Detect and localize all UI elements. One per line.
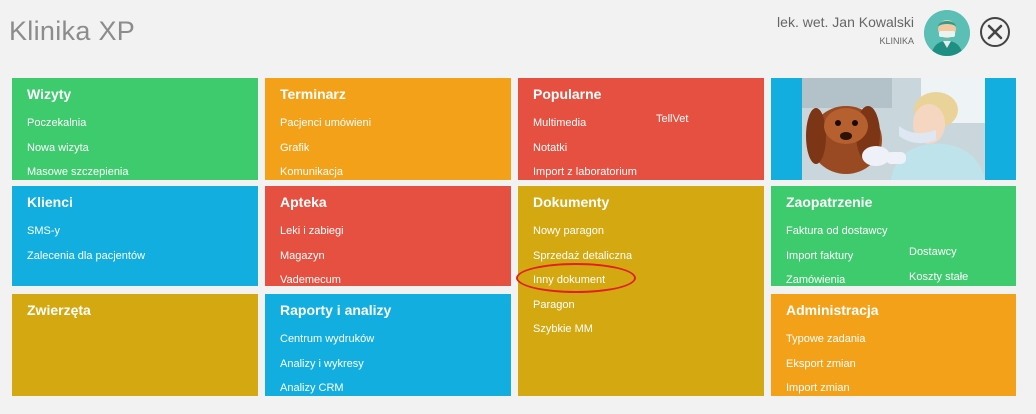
menu-item-komunikacja[interactable]: Komunikacja (280, 160, 496, 185)
menu-item-zamowienia[interactable]: Zamówienia (786, 268, 1001, 293)
tile-title: Raporty i analizy (280, 302, 392, 318)
tile-title: Apteka (280, 194, 327, 210)
menu-item-import-z-laboratorium[interactable]: Import z laboratorium (533, 160, 749, 185)
tile-terminarz[interactable]: Terminarz Pacjenci umówieni Grafik Komun… (265, 78, 511, 180)
menu-item-zalecenia-dla-pacjentow[interactable]: Zalecenia dla pacjentów (27, 244, 243, 269)
menu-item-magazyn[interactable]: Magazyn (280, 244, 496, 269)
menu-item-szybkie-mm[interactable]: Szybkie MM (533, 317, 749, 342)
menu-item-eksport-zmian[interactable]: Eksport zmian (786, 352, 1001, 377)
menu-item-koszty-stale[interactable]: Koszty stałe (909, 265, 968, 290)
menu-item-leki-i-zabiegi[interactable]: Leki i zabiegi (280, 219, 496, 244)
menu-item-pacjenci-umowieni[interactable]: Pacjenci umówieni (280, 111, 496, 136)
menu-item-tellvet[interactable]: TellVet (656, 107, 688, 132)
vet-photo (771, 78, 1016, 180)
menu-item-paragon[interactable]: Paragon (533, 293, 749, 318)
menu-item-masowe-szczepienia[interactable]: Masowe szczepienia (27, 160, 243, 185)
menu-item-multimedia[interactable]: Multimedia (533, 111, 749, 136)
menu-item-notatki[interactable]: Notatki (533, 136, 749, 161)
tile-popularne[interactable]: Popularne Multimedia Notatki Import z la… (518, 78, 764, 180)
vet-with-dog-image (771, 78, 1016, 180)
user-org: KLINIKA (879, 36, 914, 46)
app-title: Klinika XP (9, 16, 136, 46)
menu-item-import-zmian[interactable]: Import zmian (786, 376, 1001, 401)
menu-item-analizy-crm[interactable]: Analizy CRM (280, 376, 496, 401)
menu-item-sms-y[interactable]: SMS-y (27, 219, 243, 244)
user-info: lek. wet. Jan Kowalski KLINIKA (777, 14, 914, 46)
menu-item-typowe-zadania[interactable]: Typowe zadania (786, 327, 1001, 352)
menu-item-faktura-od-dostawcy[interactable]: Faktura od dostawcy (786, 219, 1001, 244)
tile-apteka[interactable]: Apteka Leki i zabiegi Magazyn Vademecum (265, 186, 511, 286)
tile-title: Dokumenty (533, 194, 610, 210)
menu-item-nowa-wizyta[interactable]: Nowa wizyta (27, 136, 243, 161)
tile-title: Wizyty (27, 86, 72, 102)
tile-title: Administracja (786, 302, 879, 318)
doctor-avatar-icon (924, 10, 970, 56)
menu-item-grafik[interactable]: Grafik (280, 136, 496, 161)
menu-item-dostawcy[interactable]: Dostawcy (909, 240, 968, 265)
tile-title: Zaopatrzenie (786, 194, 873, 210)
menu-item-import-faktury[interactable]: Import faktury (786, 244, 1001, 269)
tile-title: Zwierzęta (27, 302, 91, 318)
tile-title: Klienci (27, 194, 73, 210)
highlight-ellipse (516, 263, 636, 293)
tile-zaopatrzenie[interactable]: Zaopatrzenie Faktura od dostawcy Import … (771, 186, 1016, 286)
menu-item-analizy-i-wykresy[interactable]: Analizy i wykresy (280, 352, 496, 377)
avatar[interactable] (924, 10, 970, 56)
tile-administracja[interactable]: Administracja Typowe zadania Eksport zmi… (771, 294, 1016, 396)
menu-item-vademecum[interactable]: Vademecum (280, 268, 496, 293)
tile-klienci[interactable]: Klienci SMS-y Zalecenia dla pacjentów (12, 186, 258, 286)
user-name: lek. wet. Jan Kowalski (777, 14, 914, 30)
tile-title: Popularne (533, 86, 602, 102)
close-button[interactable] (980, 17, 1010, 47)
tile-zwierzeta[interactable]: Zwierzęta (12, 294, 258, 396)
tile-raporty-i-analizy[interactable]: Raporty i analizy Centrum wydruków Anali… (265, 294, 511, 396)
close-icon (987, 24, 1003, 40)
tile-title: Terminarz (280, 86, 346, 102)
menu-item-nowy-paragon[interactable]: Nowy paragon (533, 219, 749, 244)
menu-item-centrum-wydrukow[interactable]: Centrum wydruków (280, 327, 496, 352)
tile-wizyty[interactable]: Wizyty Poczekalnia Nowa wizyta Masowe sz… (12, 78, 258, 180)
menu-item-poczekalnia[interactable]: Poczekalnia (27, 111, 243, 136)
